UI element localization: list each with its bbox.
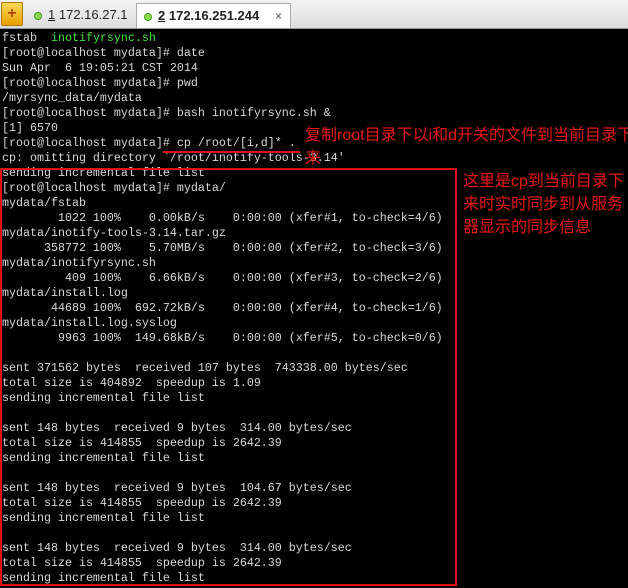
annotation-underline [163,151,300,153]
terminal-line: fstab inotifyrsync.sh [2,31,443,46]
terminal-line: /myrsync_data/mydata [2,91,142,105]
annotation-cp-note: 复制root目录下以i和d开关的文件到当前目录下来 [305,127,628,167]
new-session-button[interactable]: + [1,2,23,26]
close-tab-icon[interactable]: × [275,4,282,28]
terminal-line: [root@localhost mydata]# bash inotifyrsy… [2,106,331,120]
tab-number: 2 [158,8,166,23]
terminal-line: [root@localhost mydata]# pwd [2,76,198,90]
connected-status-icon [144,12,152,21]
executable-file-name: inotifyrsync.sh [50,31,156,45]
terminal-line: Sun Apr 6 19:05:21 CST 2014 [2,61,198,75]
annotation-box [0,168,457,586]
annotation-sync-note: 这里是cp到当前目录下来时实时同步到从服务器显示的同步信息 [463,173,624,236]
terminal-line: [root@localhost mydata]# date [2,46,205,60]
file-name: fstab [2,31,51,45]
tab-label: 172.16.27.1 [58,7,128,22]
tab-number: 1 [48,7,56,22]
connected-status-icon [34,11,42,20]
tab-bar: + 1 172.16.27.1 2 172.16.251.244 × [0,0,628,29]
tab-label: 172.16.251.244 [168,8,260,23]
plus-icon: + [7,5,17,22]
tab-session-2[interactable]: 2 172.16.251.244 × [136,3,291,28]
tab-session-1[interactable]: 1 172.16.27.1 [30,3,134,27]
